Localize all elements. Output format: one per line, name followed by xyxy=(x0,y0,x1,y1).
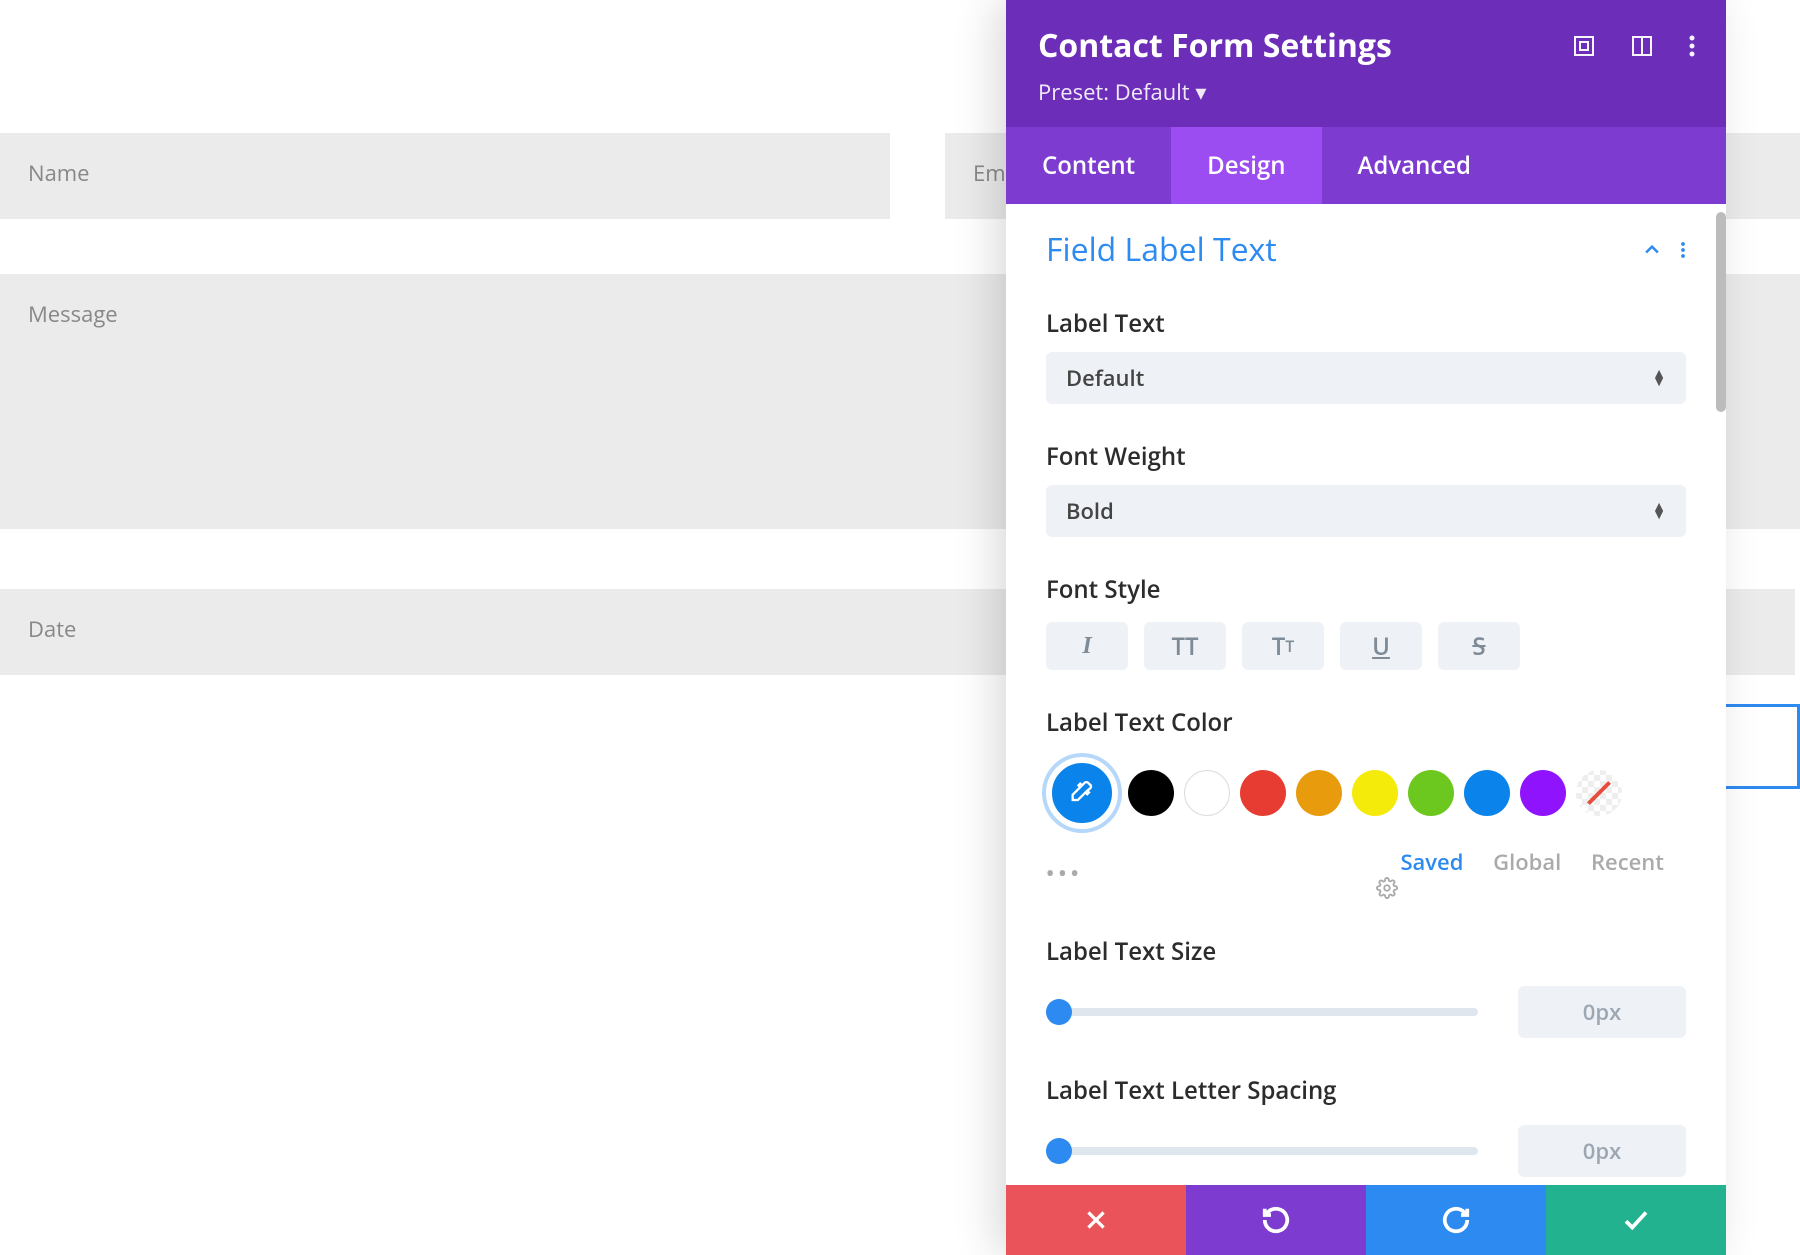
slider-thumb[interactable] xyxy=(1046,999,1072,1025)
color-tab-saved[interactable]: Saved xyxy=(1400,847,1463,877)
smallcaps-button[interactable]: TT xyxy=(1242,622,1324,670)
label-text-size-label: Label Text Size xyxy=(1046,935,1686,968)
italic-button[interactable]: I xyxy=(1046,622,1128,670)
layout-icon[interactable] xyxy=(1630,34,1654,58)
strikethrough-button[interactable]: S xyxy=(1438,622,1520,670)
letter-spacing-label: Label Text Letter Spacing xyxy=(1046,1074,1686,1107)
color-swatch-none[interactable] xyxy=(1576,770,1622,816)
tab-design[interactable]: Design xyxy=(1171,127,1321,204)
gear-icon[interactable] xyxy=(1376,877,1686,899)
scrollbar[interactable] xyxy=(1716,212,1726,412)
font-weight-label: Font Weight xyxy=(1046,440,1686,473)
eyedropper-swatch[interactable] xyxy=(1046,757,1118,829)
color-swatch-green[interactable] xyxy=(1408,770,1454,816)
label-text-select[interactable]: Default ▲▼ xyxy=(1046,352,1686,404)
color-swatch-red[interactable] xyxy=(1240,770,1286,816)
kebab-menu-icon[interactable] xyxy=(1680,240,1686,260)
modal-footer xyxy=(1006,1185,1726,1255)
sort-icon: ▲▼ xyxy=(1652,370,1666,387)
modal-body: Field Label Text Label Text Default ▲▼ F… xyxy=(1006,204,1726,1194)
letter-spacing-slider[interactable] xyxy=(1046,1147,1478,1155)
label-text-label: Label Text xyxy=(1046,307,1686,340)
font-style-label: Font Style xyxy=(1046,573,1686,606)
preset-label[interactable]: Preset: Default ▾ xyxy=(1038,77,1696,107)
select-value: Bold xyxy=(1066,496,1114,526)
expand-icon[interactable] xyxy=(1572,34,1596,58)
modal-title: Contact Form Settings xyxy=(1038,24,1392,67)
color-swatch-yellow[interactable] xyxy=(1352,770,1398,816)
color-swatch-black[interactable] xyxy=(1128,770,1174,816)
color-swatch-orange[interactable] xyxy=(1296,770,1342,816)
color-tab-global[interactable]: Global xyxy=(1493,847,1561,877)
chevron-up-icon[interactable] xyxy=(1642,240,1662,260)
cancel-button[interactable] xyxy=(1006,1185,1186,1255)
color-swatch-white[interactable] xyxy=(1184,770,1230,816)
uppercase-button[interactable]: TT xyxy=(1144,622,1226,670)
color-swatch-purple[interactable] xyxy=(1520,770,1566,816)
confirm-button[interactable] xyxy=(1546,1185,1726,1255)
caret-down-icon: ▾ xyxy=(1195,77,1206,107)
slider-thumb[interactable] xyxy=(1046,1138,1072,1164)
kebab-menu-icon[interactable] xyxy=(1688,34,1696,58)
font-weight-select[interactable]: Bold ▲▼ xyxy=(1046,485,1686,537)
section-title[interactable]: Field Label Text xyxy=(1046,228,1277,271)
modal-header: Contact Form Settings Preset: Default ▾ xyxy=(1006,0,1726,127)
tab-advanced[interactable]: Advanced xyxy=(1322,127,1507,204)
select-value: Default xyxy=(1066,363,1144,393)
letter-spacing-value[interactable]: 0px xyxy=(1518,1125,1686,1177)
label-text-color-label: Label Text Color xyxy=(1046,706,1686,739)
color-swatch-blue[interactable] xyxy=(1464,770,1510,816)
redo-button[interactable] xyxy=(1366,1185,1546,1255)
tab-bar: Content Design Advanced xyxy=(1006,127,1726,204)
tab-content[interactable]: Content xyxy=(1006,127,1171,204)
undo-button[interactable] xyxy=(1186,1185,1366,1255)
field-name[interactable]: Name xyxy=(0,133,890,219)
settings-modal: Contact Form Settings Preset: Default ▾ … xyxy=(1006,0,1726,1255)
text-size-value[interactable]: 0px xyxy=(1518,986,1686,1038)
sort-icon: ▲▼ xyxy=(1652,503,1666,520)
text-size-slider[interactable] xyxy=(1046,1008,1478,1016)
more-dots-icon[interactable]: ••• xyxy=(1046,858,1083,888)
underline-button[interactable]: U xyxy=(1340,622,1422,670)
color-tab-recent[interactable]: Recent xyxy=(1591,847,1664,877)
